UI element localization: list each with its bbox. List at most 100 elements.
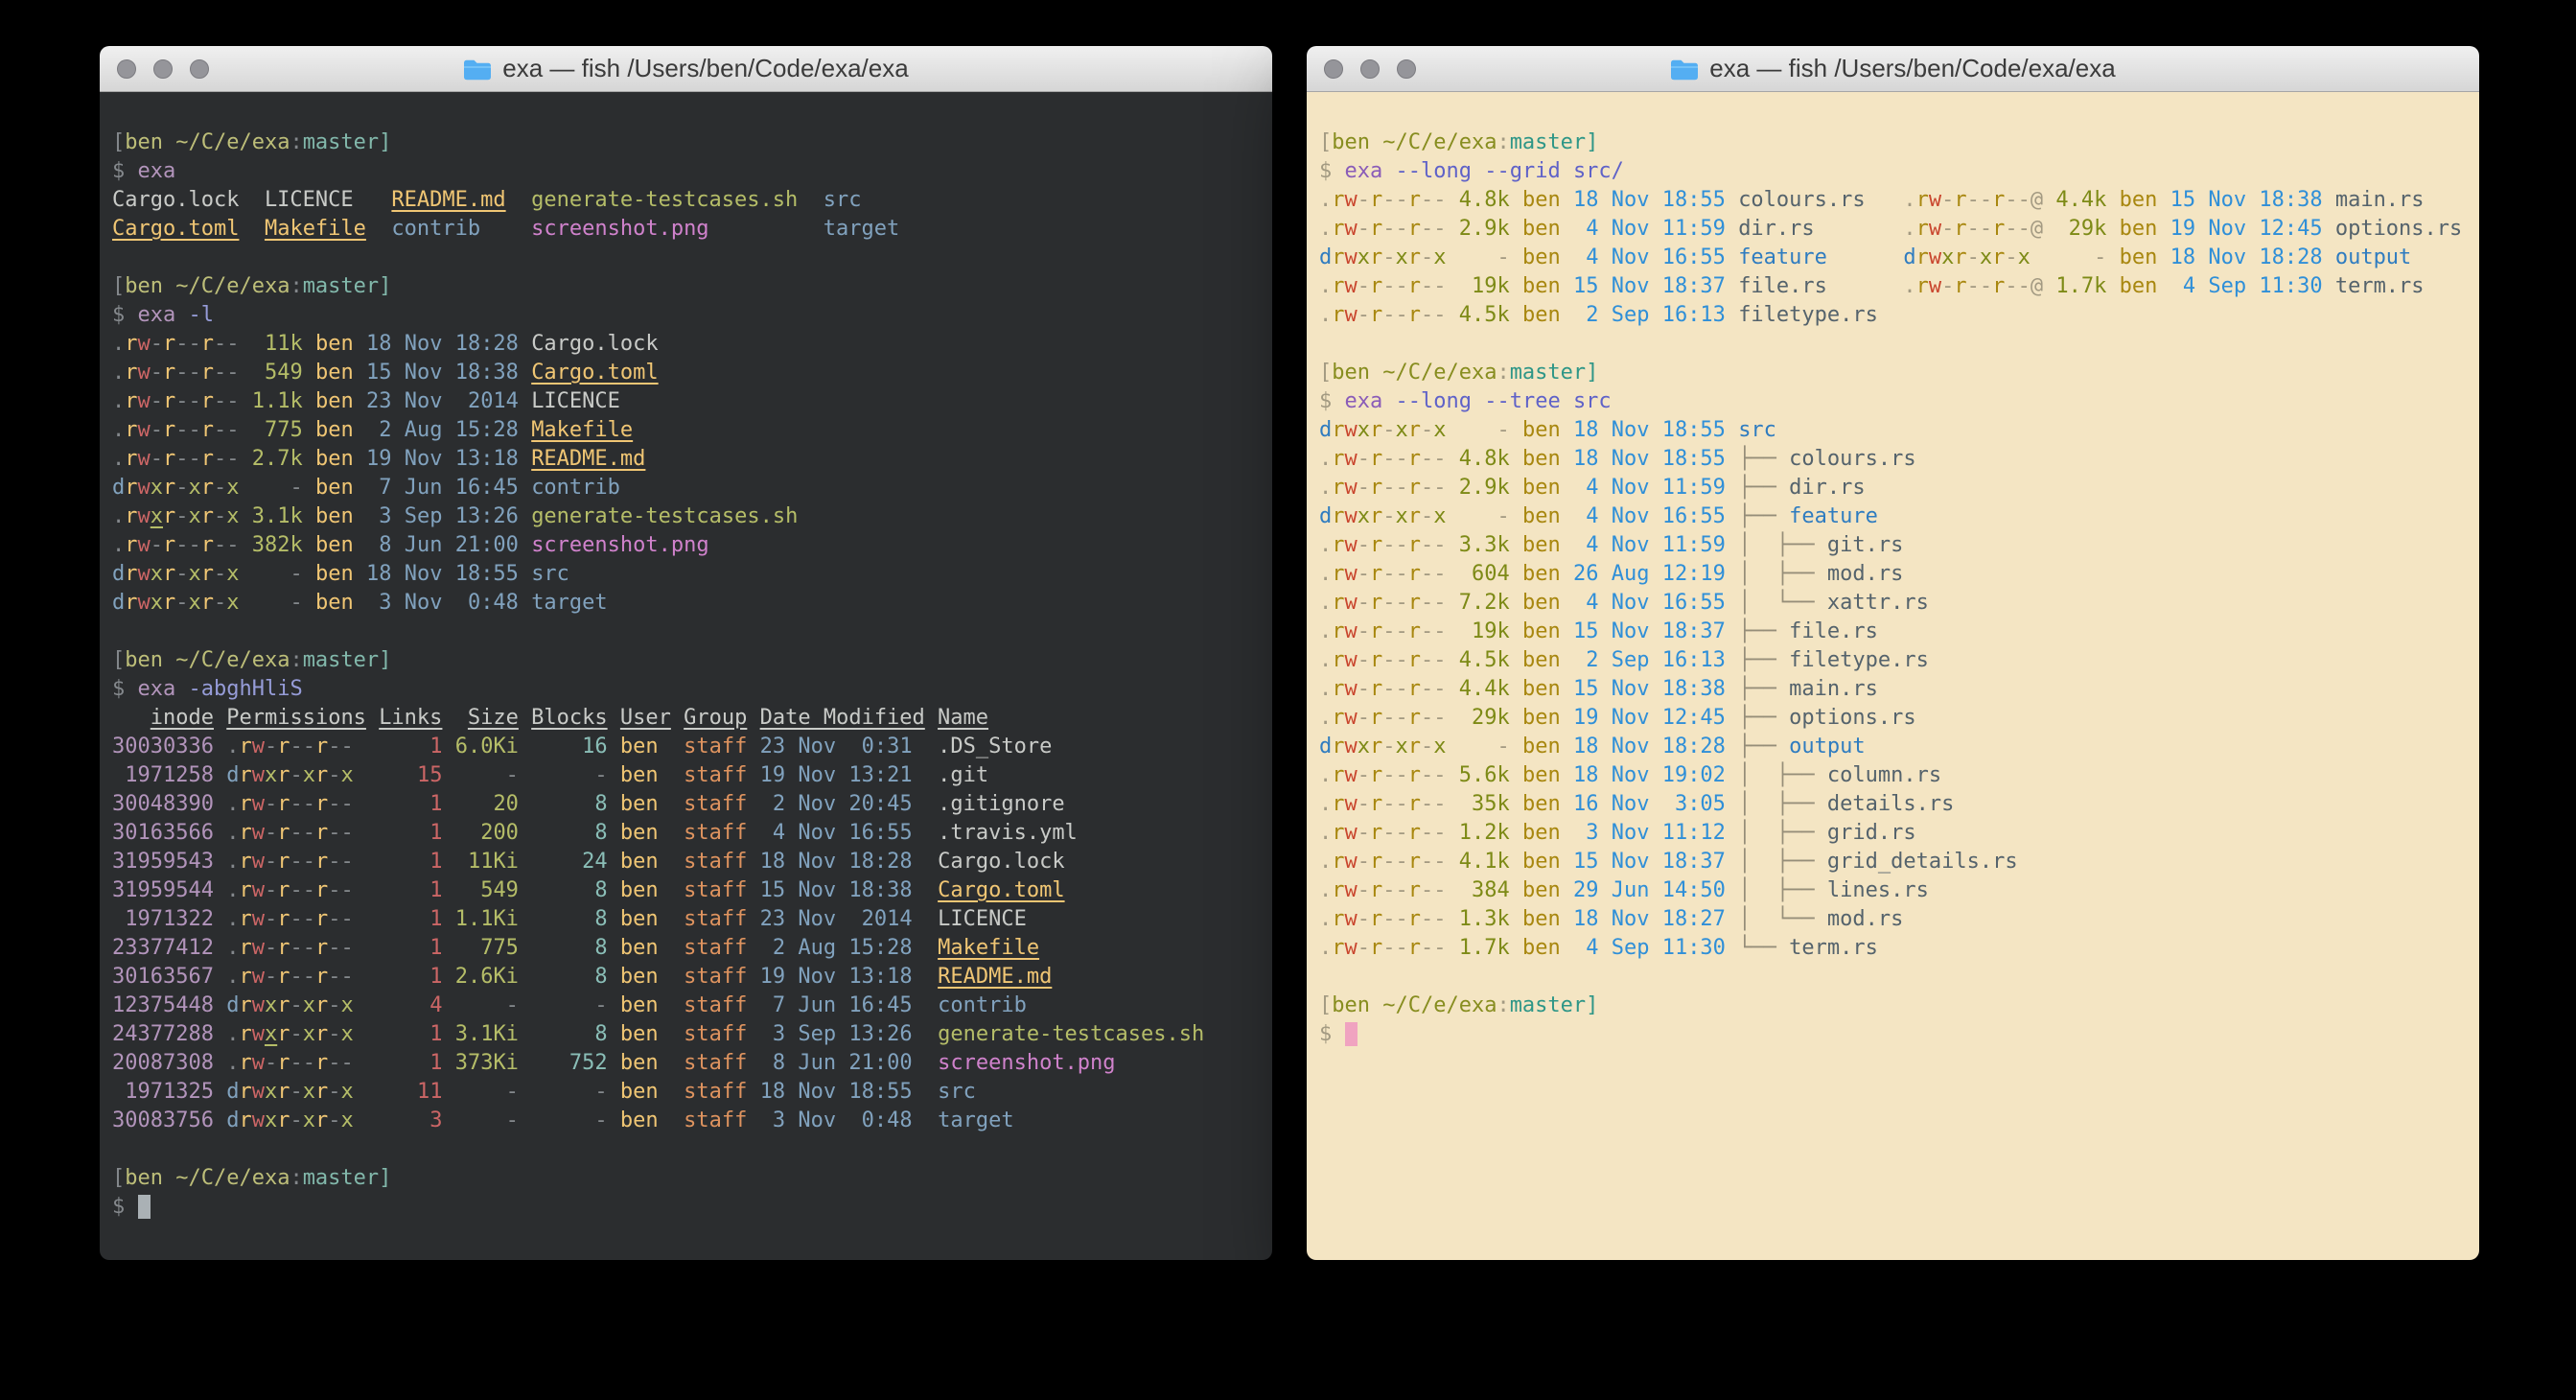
permission-char: r [1408, 274, 1421, 298]
permission-char: - [328, 1022, 340, 1046]
text-segment: ben ~/C/e/exa [1332, 993, 1497, 1017]
permission-char: - [328, 907, 340, 931]
text-segment [1510, 303, 1522, 327]
title-bar[interactable]: exa — fish /Users/ben/Code/exa/exa [100, 46, 1272, 92]
terminal-screen[interactable]: [ben ~/C/e/exa:master]$ exaCargo.lock LI… [100, 92, 1272, 1260]
text-segment: Makefile [938, 936, 1039, 960]
permission-char: . [226, 1051, 239, 1075]
text-segment: colours.rs [1738, 188, 1865, 212]
folder-icon [463, 58, 492, 81]
permission-char: r [125, 476, 137, 500]
zoom-button[interactable] [190, 59, 209, 79]
text-segment: 18 Nov 18:28 [366, 332, 519, 356]
text-segment: generate-testcases.sh [938, 1022, 1204, 1046]
text-segment [1510, 619, 1522, 643]
text-segment [913, 735, 939, 758]
text-segment [303, 389, 315, 413]
text-segment [1447, 217, 1459, 241]
permission-char: r [163, 591, 175, 615]
text-segment: $ [1319, 1022, 1345, 1046]
permission-char: - [1433, 274, 1446, 298]
permission-char: - [1941, 188, 1954, 212]
text-segment [1510, 821, 1522, 845]
permission-char: - [1421, 706, 1433, 730]
text-segment [608, 993, 620, 1017]
close-button[interactable] [1324, 59, 1343, 79]
text-segment: src [1738, 418, 1776, 442]
terminal-screen[interactable]: [ben ~/C/e/exa:master]$ exa --long --gri… [1307, 92, 2479, 1260]
permission-char: - [290, 821, 302, 845]
permission-char: w [1345, 217, 1358, 241]
text-segment: │ ├── [1738, 821, 1827, 845]
permission-char: r [1370, 188, 1382, 212]
text-segment: ben [1522, 504, 1561, 528]
permission-char: - [1358, 821, 1370, 845]
permission-char: w [1345, 850, 1358, 874]
permission-char: - [1421, 245, 1433, 269]
permission-char: r [1332, 936, 1344, 960]
terminal-line: 31959543 .rw-r--r-- 1 11Ki 24 ben staff … [112, 848, 1272, 876]
permission-char: r [1370, 619, 1382, 643]
permission-char: w [1345, 619, 1358, 643]
text-segment: ben [315, 562, 354, 586]
text-segment [659, 763, 685, 787]
text-segment [240, 504, 252, 528]
text-segment [442, 763, 454, 787]
permission-char: x [303, 1080, 315, 1104]
permission-char: . [112, 389, 125, 413]
text-segment [354, 418, 366, 442]
permission-char: r [1332, 533, 1344, 557]
title-bar[interactable]: exa — fish /Users/ben/Code/exa/exa [1307, 46, 2479, 92]
close-button[interactable] [117, 59, 136, 79]
permission-char: - [1358, 217, 1370, 241]
text-segment: 19 Nov 13:18 [760, 965, 913, 989]
text-segment: $ [112, 159, 138, 183]
permission-char: r [1408, 418, 1421, 442]
text-segment: master] [303, 130, 392, 154]
zoom-button[interactable] [1397, 59, 1416, 79]
text-segment: ben [315, 332, 354, 356]
permission-char: x [226, 562, 239, 586]
permission-char: r [1332, 706, 1344, 730]
text-segment [1726, 907, 1738, 931]
permission-char: - [328, 936, 340, 960]
text-segment [214, 763, 226, 787]
permission-char: r [1332, 245, 1344, 269]
text-segment: ben [315, 389, 354, 413]
text-segment [659, 1080, 685, 1104]
text-segment: 30163567 [112, 965, 214, 989]
text-segment: 752 [531, 1051, 607, 1075]
permission-char: r [1332, 677, 1344, 701]
window-controls [100, 59, 209, 79]
permission-char: r [163, 533, 175, 557]
text-segment: ben ~/C/e/exa [1332, 361, 1497, 385]
text-segment: screenshot.png [938, 1051, 1115, 1075]
text-segment [747, 792, 759, 816]
terminal-line [112, 618, 1272, 646]
text-segment: : [290, 130, 302, 154]
text-segment [442, 1080, 454, 1104]
text-segment [1561, 792, 1573, 816]
text-segment: ben [620, 878, 659, 902]
text-segment [354, 878, 380, 902]
permission-char: - [290, 965, 302, 989]
text-segment [2043, 188, 2055, 212]
permission-char: - [189, 332, 201, 356]
permission-char: w [1345, 274, 1358, 298]
text-segment [659, 907, 685, 931]
text-segment: 4.4k [2055, 188, 2106, 212]
permission-char: r [125, 361, 137, 385]
permission-char: x [340, 1108, 353, 1132]
terminal-line: .rw-r--r-- 604 ben 26 Aug 12:19 │ ├── mo… [1319, 560, 2479, 589]
terminal-line: .rw-r--r-- 4.8k ben 18 Nov 18:55 colours… [1319, 186, 2479, 215]
minimize-button[interactable] [153, 59, 173, 79]
text-segment [747, 878, 759, 902]
terminal-line: .rw-r--r-- 1.2k ben 3 Nov 11:12 │ ├── gr… [1319, 819, 2479, 848]
permission-char: x [303, 993, 315, 1017]
permission-char: r [1332, 418, 1344, 442]
minimize-button[interactable] [1360, 59, 1380, 79]
terminal-line [112, 100, 1272, 128]
text-segment [1447, 821, 1459, 845]
permission-char: r [125, 447, 137, 471]
text-segment: 11k [252, 332, 303, 356]
